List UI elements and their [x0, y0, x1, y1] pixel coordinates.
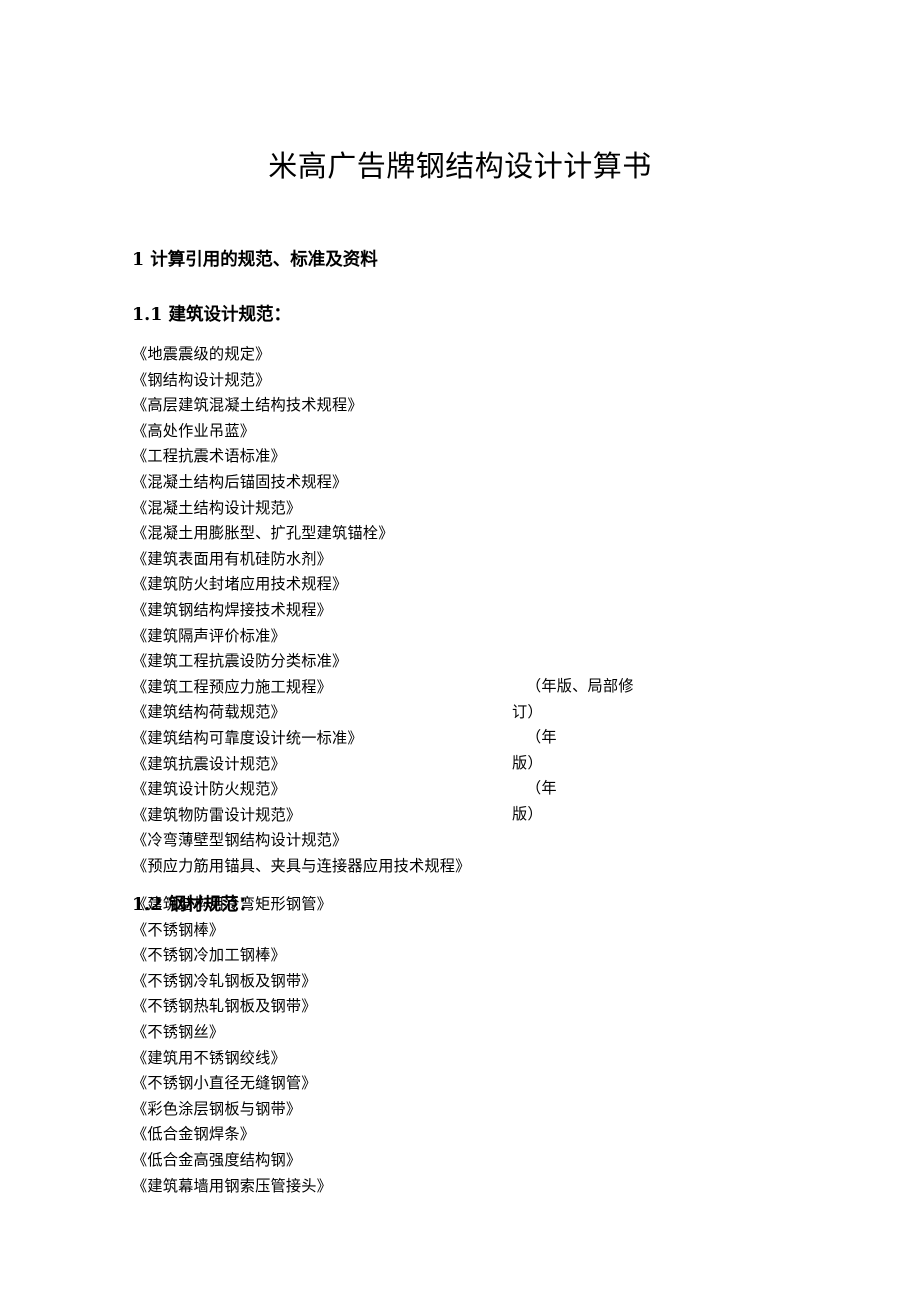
standard-item: 《建筑物防雷设计规范》 [132, 805, 302, 824]
standard-item: 《工程抗震术语标准》 [132, 447, 286, 466]
standard-item: 《建筑结构荷载规范》 [132, 703, 286, 722]
standard-item: 《不锈钢小直径无缝钢管》 [132, 1074, 317, 1093]
standard-item: 《建筑用不锈钢绞线》 [132, 1048, 286, 1067]
standard-item: 《不锈钢热轧钢板及钢带》 [132, 997, 317, 1016]
standard-item: 《钢结构设计规范》 [132, 370, 271, 389]
standard-item: 《建筑设计防火规范》 [132, 780, 286, 799]
heading-section-1: 1 计算引用的规范、标准及资料 [132, 250, 378, 270]
version-annotation: （年版、局部修订） [512, 674, 692, 725]
standard-item: 《高层建筑混凝土结构技术规程》 [132, 396, 363, 415]
heading-section-1-1: 1.1 建筑设计规范： [132, 305, 292, 325]
standard-item: 《混凝土用膨胀型、扩孔型建筑锚栓》 [132, 524, 394, 543]
standard-item: 《不锈钢棒》 [132, 920, 225, 939]
steel-standards-list: 《建筑结构用冷弯矩形钢管》 《不锈钢棒》 《不锈钢冷加工钢棒》 《不锈钢冷轧钢板及钢带… [132, 892, 332, 1199]
version-annotation: （年版） [512, 776, 692, 827]
version-annotation: （年版） [512, 725, 692, 776]
version-annotation-line: （年 [526, 728, 557, 747]
standard-item: 《建筑抗震设计规范》 [132, 754, 286, 773]
document-page: 米高广告牌钢结构设计计算书 1 计算引用的规范、标准及资料 1.1 建筑设计规范… [0, 0, 920, 1301]
standard-item: 《彩色涂层钢板与钢带》 [132, 1099, 302, 1118]
building-design-standards-list: 《地震震级的规定》 《钢结构设计规范》《高层建筑混凝土结构技术规程》 《高处作业吊蓝… [132, 342, 471, 879]
standard-item: 《建筑工程预应力施工规程》 [132, 677, 333, 696]
standard-item: 《建筑工程抗震设防分类标准》 [132, 652, 348, 671]
standard-item: 《混凝土结构后锚固技术规程》 [132, 472, 348, 491]
standard-item: 《不锈钢丝》 [132, 1022, 225, 1041]
standard-item: 《不锈钢冷加工钢棒》 [132, 946, 286, 965]
standard-item: 《建筑表面用有机硅防水剂》 [132, 549, 333, 568]
standard-item: 《地震震级的规定》 [132, 345, 271, 363]
standard-item: 《建筑防火封堵应用技术规程》 [132, 575, 348, 594]
standard-item: 《不锈钢冷轧钢板及钢带》 [132, 971, 317, 990]
version-annotations: （年版、局部修 订） （年 版） （年 版） [512, 674, 692, 828]
standard-item: 《建筑隔声评价标准》 [132, 626, 286, 645]
version-annotation-line: （年版、局部修 [526, 677, 634, 695]
standard-item: 《预应力筋用锚具、夹具与连接器应用技术规程》 [132, 856, 471, 875]
standard-item: 《冷弯薄壁型钢结构设计规范》 [132, 831, 348, 850]
standard-item: 《建筑结构可靠度设计统一标准》 [132, 728, 363, 747]
standard-item: 《高处作业吊蓝》 [132, 421, 256, 440]
standard-item: 《建筑钢结构焊接技术规程》 [132, 600, 333, 619]
standard-item: 《低合金高强度结构钢》 [132, 1150, 302, 1169]
version-annotation-line: 版） [512, 753, 543, 772]
standard-item: 《混凝土结构设计规范》 [132, 498, 302, 517]
version-annotation-line: 版） [512, 804, 543, 823]
standard-item: 《低合金钢焊条》 [132, 1125, 256, 1144]
version-annotation-line: 订） [512, 702, 543, 721]
standard-item: 《建筑幕墙用钢索压管接头》 [132, 1176, 333, 1195]
version-annotation-line: （年 [526, 779, 557, 798]
heading-section-1-2: 1.2 钢材规范： [132, 895, 257, 915]
document-title: 米高广告牌钢结构设计计算书 [268, 149, 652, 183]
